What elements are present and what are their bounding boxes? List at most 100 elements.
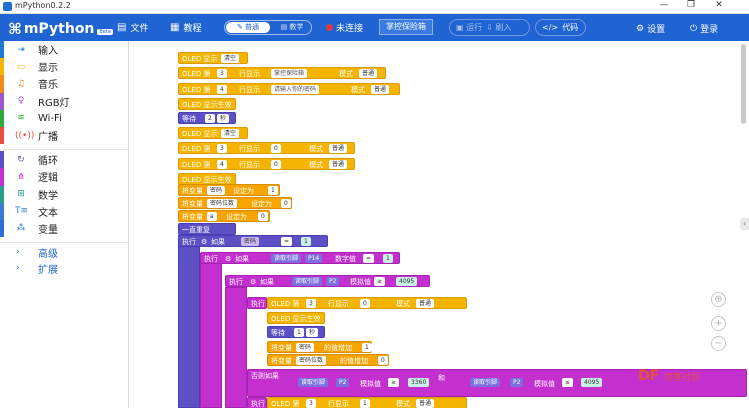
- change-variable-block[interactable]: 将变量 密码位数 的值增加 0: [267, 354, 389, 366]
- category-items-0[interactable]: ⇥ 输入: [0, 41, 128, 59]
- mode-dropdown[interactable]: 普通: [371, 85, 390, 94]
- number-field[interactable]: 0: [378, 356, 388, 365]
- set-variable-block[interactable]: 将变量 密码位数 设定为 0: [178, 197, 292, 209]
- text-field[interactable]: 请输入你的密码: [271, 85, 320, 94]
- read-pin-block[interactable]: 读取引脚: [470, 378, 501, 387]
- workspace-scrollbar[interactable]: [741, 44, 746, 124]
- mode-normal-button[interactable]: ✎ 普通: [226, 22, 270, 33]
- number-field[interactable]: 4095: [396, 277, 418, 286]
- wait-block[interactable]: 等待 2 秒: [178, 112, 236, 124]
- blocks-workspace[interactable]: OLED 显示 清空 OLED 第 3 行显示 掌控保险箱 模式 普通 OLED 第 4 行显示…: [130, 41, 749, 408]
- variable-dropdown[interactable]: 密码位数: [296, 356, 327, 365]
- recenter-icon[interactable]: ⊕: [711, 292, 726, 307]
- number-field[interactable]: 1: [268, 186, 278, 195]
- row-dropdown[interactable]: 3: [306, 399, 316, 408]
- category-extend[interactable]: › 扩展: [0, 260, 128, 276]
- set-variable-block[interactable]: 将变量 a 设定为 0: [178, 210, 270, 222]
- category-items2-1[interactable]: ⋔ 逻辑: [0, 168, 128, 186]
- oled-show-block[interactable]: OLED 第 4 行显示 请输入你的密码 模式 普通: [178, 83, 400, 95]
- pin-dropdown[interactable]: P2: [510, 378, 524, 387]
- category-items2-0[interactable]: ↻ 循环: [0, 151, 128, 169]
- zoom-out-icon[interactable]: −: [711, 336, 726, 351]
- category-items-5[interactable]: ((•)) 广播: [0, 126, 128, 145]
- number-field[interactable]: 0: [281, 199, 291, 208]
- flash-button[interactable]: ⇩ 刷入: [486, 22, 511, 33]
- close-button[interactable]: ✕: [707, 0, 731, 10]
- if-block[interactable]: 执行 ⚙ 如果 读取引脚 P2 模拟值 ≥4095: [225, 275, 430, 287]
- text-field[interactable]: 掌控保险箱: [271, 69, 308, 78]
- category-items-3[interactable]: ♀ RGB灯: [0, 92, 128, 110]
- connection-status[interactable]: 未连接: [326, 21, 363, 34]
- collapse-panel-button[interactable]: ‹: [740, 218, 749, 230]
- settings-button[interactable]: ⚙ 设置: [636, 22, 665, 36]
- login-button[interactable]: ⏻ 登录: [690, 22, 718, 36]
- number-field[interactable]: 0: [258, 212, 268, 221]
- variable-dropdown[interactable]: a: [207, 212, 217, 221]
- number-field[interactable]: 2: [205, 114, 215, 123]
- row-dropdown[interactable]: 3: [306, 299, 316, 308]
- compare-dropdown[interactable]: ≤: [562, 378, 574, 387]
- mode-dropdown[interactable]: 普通: [416, 399, 435, 408]
- number-field[interactable]: 1: [294, 328, 304, 337]
- variable-dropdown[interactable]: 密码位数: [207, 199, 238, 208]
- mode-dropdown[interactable]: 普通: [329, 160, 348, 169]
- category-items2-3[interactable]: T≡ 文本: [0, 202, 128, 220]
- number-field[interactable]: 1: [383, 254, 393, 263]
- variable-dropdown[interactable]: 密码: [207, 186, 226, 195]
- change-variable-block[interactable]: 将变量 密码 的值增加 1: [267, 341, 372, 353]
- oled-show-block[interactable]: OLED 第 3 行显示 0 模式 普通: [178, 142, 355, 154]
- row-dropdown[interactable]: 3: [217, 69, 227, 78]
- text-field[interactable]: 0: [271, 144, 281, 153]
- mode-dropdown[interactable]: 普通: [329, 144, 348, 153]
- category-items2-4[interactable]: ⁂ 变量: [0, 219, 128, 238]
- if-block[interactable]: 执行 ⚙ 如果 读取引脚 P14 数字值 = 1: [200, 252, 400, 264]
- category-items-1[interactable]: ▭ 显示: [0, 58, 128, 76]
- variable-dropdown[interactable]: 密码: [241, 237, 260, 246]
- dropdown-clear[interactable]: 清空: [221, 54, 240, 63]
- unit-dropdown[interactable]: 秒: [306, 328, 319, 337]
- oled-show-block[interactable]: OLED 第 3 行显示 掌控保险箱 模式 普通: [178, 67, 386, 79]
- oled-show-block[interactable]: OLED 第 3 行显示 0 模式 普通: [267, 297, 467, 309]
- read-pin-block[interactable]: 读取引脚: [298, 378, 329, 387]
- text-field[interactable]: 0: [271, 160, 281, 169]
- forever-loop-block[interactable]: 一直重复: [178, 223, 236, 235]
- text-field[interactable]: 0: [360, 299, 370, 308]
- variable-dropdown[interactable]: 密码: [296, 343, 315, 352]
- number-field[interactable]: 1: [301, 237, 311, 246]
- number-field[interactable]: 4095: [581, 378, 603, 387]
- mode-teach-button[interactable]: ▤ 教学: [273, 22, 311, 33]
- tutorial-menu[interactable]: ▦ 教程: [170, 21, 201, 34]
- if-block[interactable]: 执行 ⚙ 如果 密码 = 1: [178, 235, 328, 247]
- oled-show-block[interactable]: OLED 第 4 行显示 0 模式 普通: [178, 158, 355, 170]
- text-field[interactable]: 1: [360, 399, 370, 408]
- number-field[interactable]: 1: [362, 343, 372, 352]
- code-button[interactable]: </> 代码: [535, 19, 586, 36]
- row-dropdown[interactable]: 4: [217, 160, 227, 169]
- oled-effect-block[interactable]: OLED 显示生效: [178, 98, 236, 110]
- oled-effect-block[interactable]: OLED 显示生效: [267, 312, 325, 324]
- oled-clear-block[interactable]: OLED 显示 清空: [178, 127, 248, 139]
- set-variable-block[interactable]: 将变量 密码 设定为 1: [178, 184, 280, 196]
- pin-dropdown[interactable]: P2: [326, 277, 340, 286]
- pin-dropdown[interactable]: P14: [305, 254, 323, 263]
- pin-dropdown[interactable]: P2: [336, 378, 350, 387]
- mode-dropdown[interactable]: 普通: [359, 69, 378, 78]
- number-field[interactable]: 3360: [408, 378, 430, 387]
- dropdown-clear[interactable]: 清空: [221, 129, 240, 138]
- row-dropdown[interactable]: 3: [217, 144, 227, 153]
- restore-button[interactable]: ❐: [679, 0, 703, 10]
- read-pin-block[interactable]: 读取引脚: [271, 254, 302, 263]
- oled-clear-block[interactable]: OLED 显示 清空: [178, 52, 248, 64]
- zoom-in-icon[interactable]: +: [711, 316, 726, 331]
- compare-dropdown[interactable]: ≥: [374, 277, 386, 286]
- compare-dropdown[interactable]: ≥: [388, 378, 400, 387]
- category-advanced[interactable]: › 高级: [0, 244, 128, 260]
- file-menu[interactable]: ▤ 文件: [117, 21, 148, 34]
- wait-block[interactable]: 等待 1 秒: [267, 326, 325, 338]
- minimize-button[interactable]: —: [652, 0, 676, 10]
- compare-dropdown[interactable]: =: [281, 237, 293, 246]
- unit-dropdown[interactable]: 秒: [217, 114, 230, 123]
- category-items-2[interactable]: ♫ 音乐: [0, 75, 128, 93]
- project-name-input[interactable]: 掌控保险箱: [379, 19, 433, 35]
- category-items-4[interactable]: ≋ Wi-Fi: [0, 109, 128, 127]
